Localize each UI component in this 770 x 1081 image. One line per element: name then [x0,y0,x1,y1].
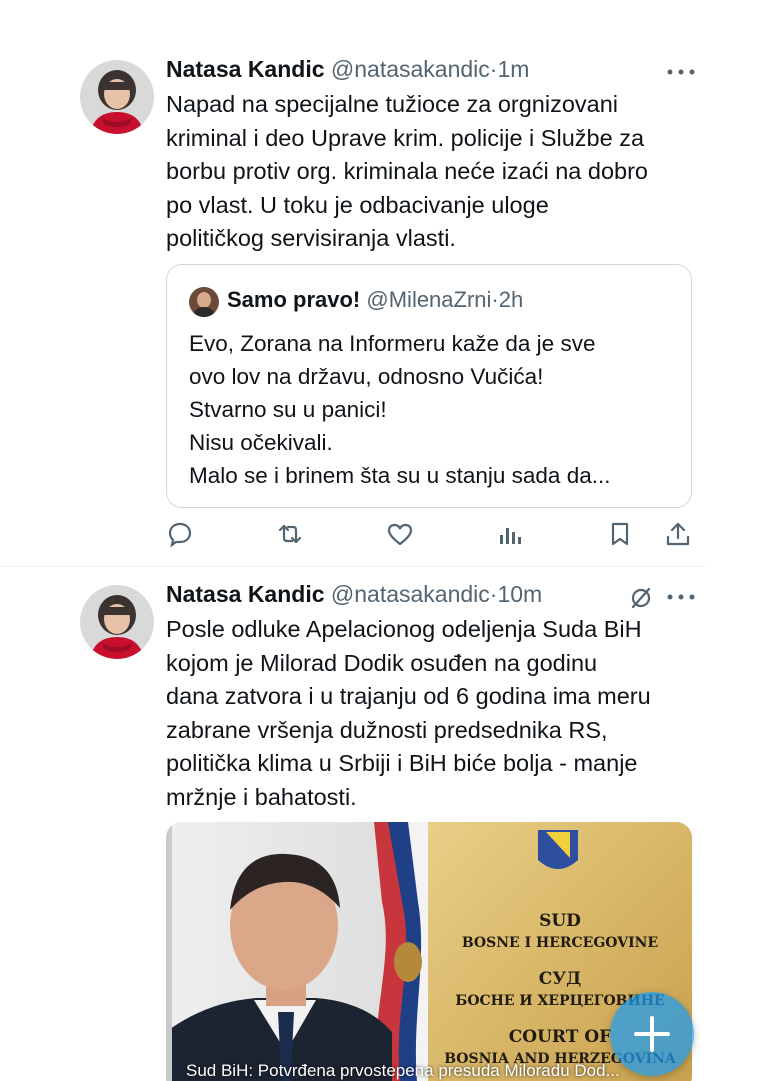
court-sign-line: BOSNE I HERCEGOVINE [461,935,659,951]
tweet-text-line: po vlast. U toku je odbacivanje uloge [166,191,549,218]
views-icon[interactable] [496,520,524,548]
tweet-text-line: kriminal i deo Uprave krim. policije i S… [166,124,645,151]
tweet-text-line: dana zatvora i u trajanju od 6 godina im… [166,683,651,710]
avatar[interactable] [80,585,154,659]
author-handle[interactable]: @natasakandic [331,581,490,607]
tweet-text-line: politička klima u Srbiji i BiH biće bolj… [166,750,638,777]
author-name[interactable]: Natasa Kandic [166,56,325,82]
bookmark-icon[interactable] [606,520,634,548]
avatar-image [80,60,154,134]
quote-author-handle: @MilenaZrni [366,287,492,312]
tweet-text-line: političkog servisiranja vlasti. [166,225,456,252]
tweet-text-line: borbu protiv org. kriminala neće izaći n… [166,158,649,185]
more-options-icon[interactable] [664,591,698,603]
quote-author-name: Samo pravo! [227,287,361,312]
share-icon[interactable] [664,520,692,548]
timestamp[interactable]: 10m [497,581,542,607]
court-sign-line: СУД [538,969,582,989]
tweet-1[interactable]: Natasa Kandic @natasakandic·1m Napad na … [0,0,770,566]
author-handle[interactable]: @natasakandic [331,56,490,82]
tweet-text-line: mržnje i bahatosti. [166,783,357,810]
media-caption[interactable]: Sud BiH: Potvrđena prvostepena presuda M… [186,1061,620,1081]
plus-icon [634,1016,670,1052]
tweet-text-line: kojom je Milorad Dodik osuđen na godinu [166,649,598,676]
quote-text-line: Nisu očekivali. [189,430,333,455]
author-name[interactable]: Natasa Kandic [166,581,325,607]
quote-text-line: Evo, Zorana na Informeru kaže da je sve [189,331,596,356]
like-icon[interactable] [386,520,414,548]
separator: · [491,287,499,312]
timestamp[interactable]: 1m [497,56,529,82]
reply-icon[interactable] [166,520,194,548]
avatar[interactable] [80,60,154,134]
tweet-text: Posle odluke Apelacionog odeljenja Suda … [166,613,726,815]
quote-text: Evo, Zorana na Informeru kaže da je sve … [189,327,610,492]
tweet-header: Natasa Kandic @natasakandic·10m [166,581,542,611]
more-options-icon[interactable] [664,66,698,78]
grok-icon[interactable] [628,585,654,611]
quoted-tweet[interactable]: Samo pravo! @MilenaZrni·2h Evo, Zorana n… [166,264,692,508]
quote-text-line: Malo se i brinem šta su u stanju sada da… [189,463,611,488]
retweet-icon[interactable] [276,520,304,548]
compose-button[interactable] [610,992,694,1076]
quote-avatar [189,287,219,317]
tweet-text-line: zabrane vršenja dužnosti predsednika RS, [166,716,608,743]
quote-text-line: ovo lov na državu, odnosno Vučića! [189,364,544,389]
quote-text-line: Stvarno su u panici! [189,397,387,422]
tweet-text-line: Posle odluke Apelacionog odeljenja Suda … [166,616,642,642]
tweet-header: Natasa Kandic @natasakandic·1m [166,56,529,86]
court-sign-line: SUD [539,911,581,931]
quote-header: Samo pravo! @MilenaZrni·2h [227,287,523,313]
tweet-text: Napad na specijalne tužioce za orgnizova… [166,88,726,256]
tweet-actions [0,516,770,552]
avatar-image [80,585,154,659]
quote-timestamp: 2h [498,287,524,312]
tweet-text-line: Napad na specijalne tužioce za orgnizova… [166,91,619,117]
